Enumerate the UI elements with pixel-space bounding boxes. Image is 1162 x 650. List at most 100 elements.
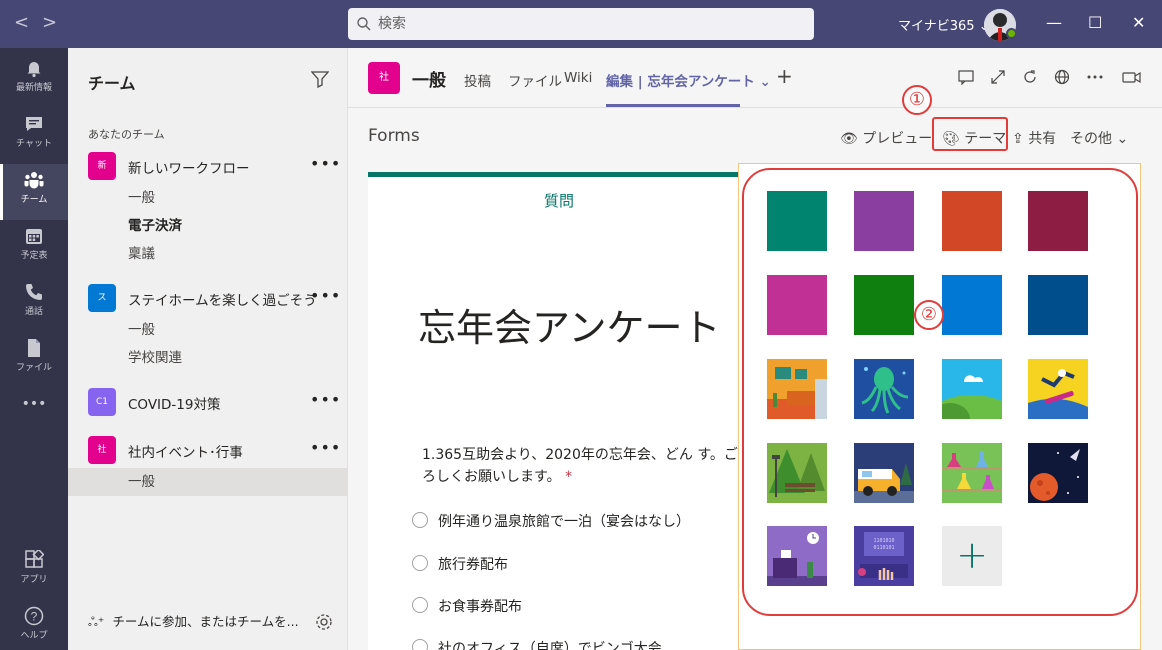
rail-apps[interactable]: アプリ	[0, 544, 68, 600]
more-options-icon[interactable]	[1086, 69, 1104, 85]
theme-swatch-color[interactable]	[1028, 275, 1088, 335]
form-editor: 質問 忘年会アンケート 1.365互助会より、2020年の忘年会、どん す。ご協…	[368, 172, 780, 650]
bell-icon	[27, 62, 41, 78]
conversation-icon[interactable]	[958, 69, 974, 85]
channel-header: 社 一般 投稿 ファイル Wiki 編集 | 忘年会アンケート ⌄ +	[348, 48, 1162, 108]
theme-swatch-park-bench-theme[interactable]	[767, 443, 827, 503]
channel-item[interactable]: 一般	[68, 184, 348, 212]
rail-label: 通話	[24, 307, 43, 317]
team-item[interactable]: 新 新しいワークフロー •••	[68, 148, 348, 184]
channel-title: 一般	[412, 71, 446, 91]
refresh-icon[interactable]	[1022, 69, 1038, 85]
preview-label: プレビュー	[862, 131, 933, 147]
option-item[interactable]: 例年通り温泉旅館で一泊（宴会はなし）	[412, 511, 690, 531]
channel-item[interactable]: 学校関連	[68, 344, 348, 372]
theme-swatch-color[interactable]	[767, 191, 827, 251]
team-item[interactable]: ス ステイホームを楽しく過ごそう •••	[68, 280, 348, 316]
rail-label: チャット	[16, 139, 52, 149]
phone-icon	[26, 284, 42, 300]
theme-swatch-office-desk-theme[interactable]	[767, 526, 827, 586]
theme-swatch-color[interactable]	[854, 191, 914, 251]
radio-button[interactable]	[412, 639, 428, 650]
theme-swatch-lab-flasks-theme[interactable]	[942, 443, 1002, 503]
theme-accent-bar	[368, 172, 768, 177]
file-icon	[28, 339, 40, 357]
theme-swatch-color[interactable]	[767, 275, 827, 335]
highlight-theme-button	[932, 117, 1008, 151]
team-name: ステイホームを楽しく過ごそう	[128, 293, 317, 309]
svg-text:0110101: 0110101	[873, 545, 894, 551]
channel-item-selected[interactable]: 一般	[68, 468, 348, 496]
theme-swatch-living-room-theme[interactable]	[767, 359, 827, 419]
join-label: チームに参加、またはチームを...	[112, 614, 299, 629]
rail-help[interactable]: ? ヘルプ	[0, 600, 68, 650]
theme-swatch-color[interactable]	[854, 275, 914, 335]
tab-forms-edit[interactable]: 編集 | 忘年会アンケート ⌄	[606, 70, 771, 90]
more-options-icon[interactable]: •••	[310, 438, 341, 457]
more-options-icon[interactable]: •••	[310, 286, 341, 305]
question-text[interactable]: 1.365互助会より、2020年の忘年会、どん す。ご協力よろしくお願いします。…	[422, 444, 782, 488]
add-tab-button[interactable]: +	[776, 64, 793, 88]
close-button[interactable]: ✕	[1132, 13, 1145, 32]
rail-calls[interactable]: 通話	[0, 276, 68, 332]
channel-item[interactable]: 一般	[68, 316, 348, 344]
rail-chat[interactable]: チャット	[0, 108, 68, 164]
more-menu[interactable]: その他 ⌄	[1070, 128, 1128, 148]
team-avatar: C1	[88, 388, 116, 416]
theme-swatch-computer-keyboard-theme[interactable]: 1101010 0110101	[854, 526, 914, 586]
eye-icon: 👁︎	[840, 131, 858, 147]
search-input[interactable]: 検索	[348, 8, 814, 40]
theme-swatch-sky-hill-theme[interactable]	[942, 359, 1002, 419]
radio-button[interactable]	[412, 555, 428, 571]
back-button[interactable]: <	[14, 12, 29, 34]
share-label: 共有	[1028, 131, 1057, 147]
more-options-icon[interactable]: •••	[310, 154, 341, 173]
theme-swatch-color[interactable]	[942, 191, 1002, 251]
rail-teams[interactable]: チーム	[0, 164, 68, 220]
tab-wiki[interactable]: Wiki	[564, 70, 592, 86]
forward-button[interactable]: >	[42, 12, 57, 34]
team-item[interactable]: 社 社内イベント･行事 •••	[68, 432, 348, 468]
form-title[interactable]: 忘年会アンケート	[418, 297, 720, 352]
tenant-switcher[interactable]: マイナビ365 ⌄	[898, 15, 990, 34]
share-button[interactable]: ⇪ 共有	[1012, 128, 1056, 148]
preview-button[interactable]: 👁︎ プレビュー	[840, 128, 932, 148]
rail-calendar[interactable]: 予定表	[0, 220, 68, 276]
globe-icon[interactable]	[1054, 69, 1070, 85]
theme-swatch-space-theme[interactable]	[1028, 443, 1088, 503]
tab-files[interactable]: ファイル	[508, 70, 562, 90]
team-avatar: ス	[88, 284, 116, 312]
rail-label: アプリ	[20, 575, 48, 585]
option-item[interactable]: 社のオフィス（自席）でビンゴ大会	[412, 638, 662, 650]
filter-icon[interactable]	[311, 70, 329, 88]
tab-questions[interactable]: 質問	[544, 190, 574, 211]
gear-icon[interactable]	[315, 613, 333, 631]
rail-activity[interactable]: 最新情報	[0, 52, 68, 108]
theme-swatch-snowboard-theme[interactable]	[1028, 359, 1088, 419]
more-options-icon[interactable]: •••	[310, 390, 341, 409]
tab-posts[interactable]: 投稿	[464, 70, 491, 90]
radio-button[interactable]	[412, 597, 428, 613]
add-custom-theme-button[interactable]: +	[942, 526, 1002, 586]
rail-more[interactable]: •••	[0, 396, 68, 452]
expand-icon[interactable]	[990, 69, 1006, 85]
option-item[interactable]: お食事券配布	[412, 596, 522, 616]
meet-camera-icon[interactable]	[1122, 69, 1142, 85]
team-avatar: 社	[88, 436, 116, 464]
join-create-team-link[interactable]: ஃ⁺ チームに参加、またはチームを...	[88, 611, 299, 631]
rail-label: ファイル	[15, 363, 52, 373]
theme-swatch-color[interactable]	[942, 275, 1002, 335]
channel-item[interactable]: 稟議	[68, 240, 348, 268]
channel-item[interactable]: 電子決済	[68, 212, 348, 240]
maximize-button[interactable]: ☐	[1088, 13, 1102, 32]
team-item[interactable]: C1 COVID-19対策 •••	[68, 384, 348, 420]
theme-swatch-octopus-theme[interactable]	[854, 359, 914, 419]
annotation-number-1: ①	[902, 85, 932, 115]
theme-swatch-camper-van-theme[interactable]	[854, 443, 914, 503]
theme-swatch-color[interactable]	[1028, 191, 1088, 251]
rail-files[interactable]: ファイル	[0, 332, 68, 388]
minimize-button[interactable]: —	[1046, 13, 1062, 32]
option-label: 旅行券配布	[438, 557, 508, 573]
radio-button[interactable]	[412, 512, 428, 528]
option-item[interactable]: 旅行券配布	[412, 554, 508, 574]
